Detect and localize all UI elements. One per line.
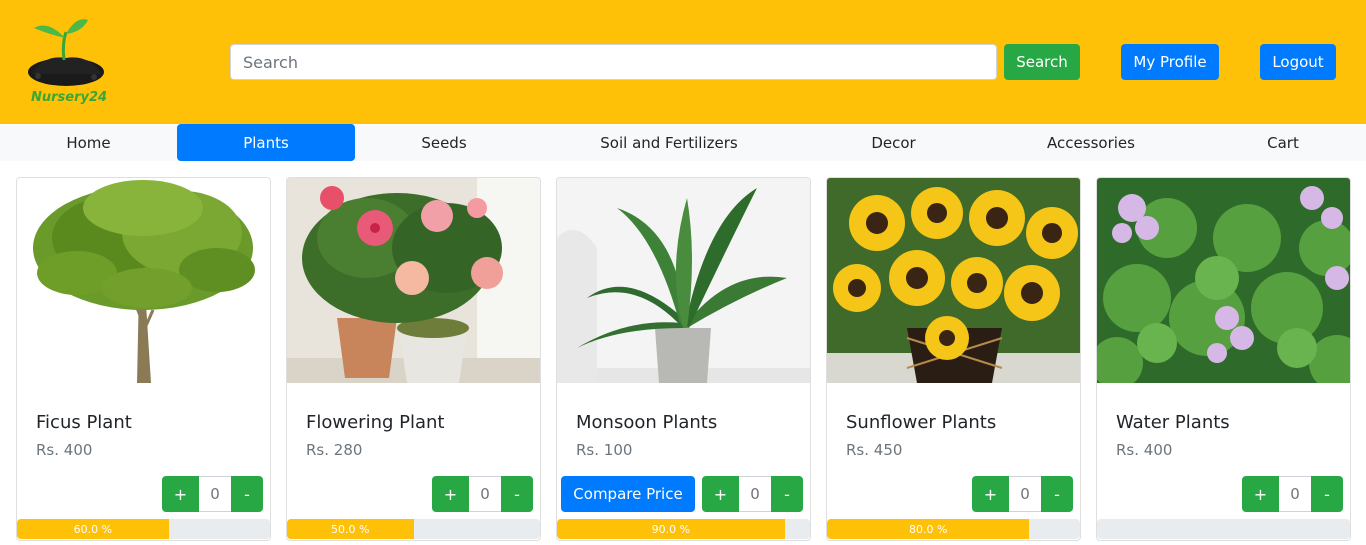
search-input[interactable] [230,44,997,80]
nav-item-plants[interactable]: Plants [177,124,355,161]
logo-text: Nursery24 [31,90,108,105]
product-name: Ficus Plant [36,412,132,433]
product-name: Monsoon Plants [576,412,718,433]
product-card: Water Plants Rs. 400 + 0 - [1096,177,1351,541]
product-price: Rs. 280 [306,441,363,459]
increment-button[interactable]: + [432,476,469,512]
nav-item-accessories[interactable]: Accessories [982,124,1200,161]
header: Nursery24 Search My Profile Logout [0,0,1366,124]
progress-bar: 50.0 % [287,519,540,539]
nav-item-seeds[interactable]: Seeds [355,124,533,161]
quantity-stepper: + 0 - [702,476,803,512]
decrement-button[interactable]: - [1311,476,1343,512]
product-price: Rs. 400 [36,441,93,459]
water-plant-image [1097,178,1350,383]
product-name: Sunflower Plants [846,412,997,433]
increment-button[interactable]: + [1242,476,1279,512]
nav-item-home[interactable]: Home [0,124,177,161]
sunflower-plant-image [827,178,1080,383]
quantity-stepper: + 0 - [432,476,533,512]
quantity-value[interactable]: 0 [469,476,501,512]
product-card: Flowering Plant Rs. 280 + 0 - 50.0 % [286,177,541,541]
progress-bar: 60.0 % [17,519,270,539]
monsoon-plant-image [557,178,810,383]
progress-fill: 80.0 % [827,519,1030,539]
product-name: Flowering Plant [306,412,445,433]
product-card: Sunflower Plants Rs. 450 + 0 - 80.0 % [826,177,1081,541]
increment-button[interactable]: + [162,476,199,512]
quantity-value[interactable]: 0 [739,476,771,512]
decrement-button[interactable]: - [1041,476,1073,512]
progress-bar: 90.0 % [557,519,810,539]
decrement-button[interactable]: - [771,476,803,512]
progress-bar: 80.0 % [827,519,1080,539]
product-name: Water Plants [1116,412,1230,433]
progress-fill: 60.0 % [17,519,169,539]
product-price: Rs. 450 [846,441,903,459]
seedling-logo-icon [28,19,104,86]
my-profile-button[interactable]: My Profile [1121,44,1219,80]
nav-item-soil-and-fertilizers[interactable]: Soil and Fertilizers [533,124,805,161]
increment-button[interactable]: + [702,476,739,512]
search-button[interactable]: Search [1004,44,1080,80]
quantity-value[interactable]: 0 [199,476,231,512]
nav-item-cart[interactable]: Cart [1200,124,1366,161]
quantity-value[interactable]: 0 [1009,476,1041,512]
category-nav: Home Plants Seeds Soil and Fertilizers D… [0,124,1366,161]
product-price: Rs. 400 [1116,441,1173,459]
increment-button[interactable]: + [972,476,1009,512]
product-price: Rs. 100 [576,441,633,459]
product-card: Monsoon Plants Rs. 100 Compare Price + 0… [556,177,811,541]
compare-price-button[interactable]: Compare Price [561,476,695,512]
quantity-stepper: + 0 - [972,476,1073,512]
quantity-value[interactable]: 0 [1279,476,1311,512]
flowering-plant-image [287,178,540,383]
decrement-button[interactable]: - [231,476,263,512]
progress-fill: 90.0 % [557,519,785,539]
nav-item-decor[interactable]: Decor [805,124,982,161]
decrement-button[interactable]: - [501,476,533,512]
product-card: Ficus Plant Rs. 400 + 0 - 60.0 % [16,177,271,541]
progress-bar [1097,519,1350,539]
quantity-stepper: + 0 - [1242,476,1343,512]
logout-button[interactable]: Logout [1260,44,1336,80]
progress-fill: 50.0 % [287,519,414,539]
ficus-plant-image [17,178,270,383]
quantity-stepper: + 0 - [162,476,263,512]
